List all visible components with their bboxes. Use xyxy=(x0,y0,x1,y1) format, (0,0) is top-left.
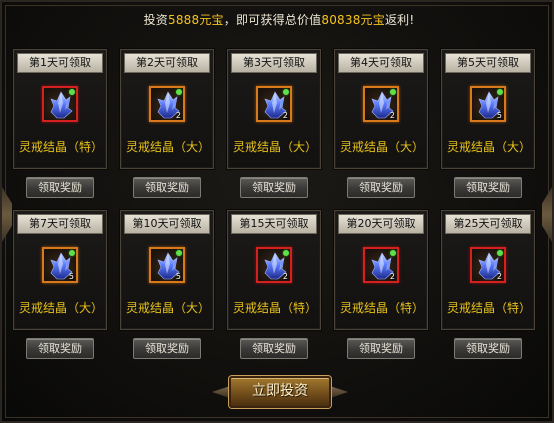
item-slot[interactable]: 2 xyxy=(363,247,399,283)
day-label: 第20天可领取 xyxy=(338,214,424,234)
invest-wing-right xyxy=(330,386,348,398)
banner-suffix: 返利! xyxy=(384,13,415,27)
day-label: 第5天可领取 xyxy=(445,53,531,73)
day-label: 第15天可领取 xyxy=(231,214,317,234)
reward-card-panel: 第2天可领取 2 灵戒结晶（大） xyxy=(120,49,214,169)
item-quantity: 5 xyxy=(175,272,181,281)
green-dot-icon xyxy=(390,89,396,95)
item-name: 灵戒结晶（大） xyxy=(232,140,317,154)
item-slot[interactable]: 5 xyxy=(149,247,185,283)
item-slot[interactable]: 2 xyxy=(256,247,292,283)
reward-card: 第7天可领取 5 灵戒结晶（大） 领取奖励 xyxy=(13,210,107,360)
item-quantity: 2 xyxy=(282,272,288,281)
reward-card: 第20天可领取 2 灵戒结晶（特） 领取奖励 xyxy=(334,210,428,360)
left-ornament xyxy=(2,187,12,242)
reward-card-panel: 第4天可领取 2 灵戒结晶（大） xyxy=(334,49,428,169)
item-slot[interactable]: 2 xyxy=(470,247,506,283)
claim-reward-button[interactable]: 领取奖励 xyxy=(347,177,415,198)
day-label: 第1天可领取 xyxy=(17,53,103,73)
reward-card: 第4天可领取 2 灵戒结晶（大） 领取奖励 xyxy=(334,49,428,199)
reward-card-panel: 第5天可领取 5 灵戒结晶（大） xyxy=(441,49,535,169)
reward-card-panel: 第7天可领取 5 灵戒结晶（大） xyxy=(13,210,107,330)
item-quantity: 2 xyxy=(389,272,395,281)
right-ornament xyxy=(542,187,552,242)
banner-prefix: 投资 xyxy=(143,13,169,27)
reward-card-panel: 第15天可领取 2 灵戒结晶（特） xyxy=(227,210,321,330)
reward-card: 第2天可领取 2 灵戒结晶（大） 领取奖励 xyxy=(120,49,214,199)
invest-wing-left xyxy=(212,386,230,398)
reward-card-panel: 第3天可领取 2 灵戒结晶（大） xyxy=(227,49,321,169)
reward-card-panel: 第10天可领取 5 灵戒结晶（大） xyxy=(120,210,214,330)
item-slot[interactable]: 2 xyxy=(363,86,399,122)
claim-reward-button[interactable]: 领取奖励 xyxy=(240,338,308,359)
reward-card: 第15天可领取 2 灵戒结晶（特） 领取奖励 xyxy=(227,210,321,360)
reward-card: 第1天可领取灵戒结晶（特） 领取奖励 xyxy=(13,49,107,199)
item-name: 灵戒结晶（特） xyxy=(339,301,424,315)
green-dot-icon xyxy=(176,250,182,256)
item-name: 灵戒结晶（大） xyxy=(18,301,103,315)
item-quantity: 2 xyxy=(496,272,502,281)
blue-crystal-icon xyxy=(48,91,74,119)
claim-reward-button[interactable]: 领取奖励 xyxy=(454,338,522,359)
green-dot-icon xyxy=(69,250,75,256)
reward-card-panel: 第20天可领取 2 灵戒结晶（特） xyxy=(334,210,428,330)
day-label: 第7天可领取 xyxy=(17,214,103,234)
item-name: 灵戒结晶（大） xyxy=(125,140,210,154)
investment-banner: 投资5888元宝，即可获得总价值80838元宝返利! xyxy=(2,11,554,28)
claim-reward-button[interactable]: 领取奖励 xyxy=(240,177,308,198)
reward-card: 第5天可领取 5 灵戒结晶（大） 领取奖励 xyxy=(441,49,535,199)
item-name: 灵戒结晶（特） xyxy=(232,301,317,315)
item-slot[interactable]: 2 xyxy=(256,86,292,122)
reward-card-panel: 第1天可领取灵戒结晶（特） xyxy=(13,49,107,169)
item-name: 灵戒结晶（特） xyxy=(18,140,103,154)
item-name: 灵戒结晶（大） xyxy=(125,301,210,315)
green-dot-icon xyxy=(283,89,289,95)
day-label: 第25天可领取 xyxy=(445,214,531,234)
item-slot[interactable]: 5 xyxy=(470,86,506,122)
claim-reward-button[interactable]: 领取奖励 xyxy=(133,177,201,198)
green-dot-icon xyxy=(390,250,396,256)
day-label: 第3天可领取 xyxy=(231,53,317,73)
green-dot-icon xyxy=(69,89,75,95)
reward-card: 第3天可领取 2 灵戒结晶（大） 领取奖励 xyxy=(227,49,321,199)
claim-reward-button[interactable]: 领取奖励 xyxy=(26,338,94,359)
reward-card-panel: 第25天可领取 2 灵戒结晶（特） xyxy=(441,210,535,330)
total-value: 80838元宝 xyxy=(321,13,385,27)
item-name: 灵戒结晶（大） xyxy=(446,140,531,154)
item-name: 灵戒结晶（大） xyxy=(339,140,424,154)
item-slot[interactable]: 2 xyxy=(149,86,185,122)
invest-now-button[interactable]: 立即投资 xyxy=(229,376,331,408)
green-dot-icon xyxy=(497,250,503,256)
reward-card: 第10天可领取 5 灵戒结晶（大） 领取奖励 xyxy=(120,210,214,360)
item-quantity: 5 xyxy=(496,111,502,120)
item-slot[interactable]: 5 xyxy=(42,247,78,283)
item-quantity: 2 xyxy=(389,111,395,120)
banner-middle: ，即可获得总价值 xyxy=(223,13,322,27)
claim-reward-button[interactable]: 领取奖励 xyxy=(133,338,201,359)
green-dot-icon xyxy=(497,89,503,95)
item-quantity: 2 xyxy=(282,111,288,120)
claim-reward-button[interactable]: 领取奖励 xyxy=(347,338,415,359)
item-quantity: 5 xyxy=(68,272,74,281)
claim-reward-button[interactable]: 领取奖励 xyxy=(26,177,94,198)
item-quantity: 2 xyxy=(175,111,181,120)
reward-card: 第25天可领取 2 灵戒结晶（特） 领取奖励 xyxy=(441,210,535,360)
invest-amount: 5888元宝 xyxy=(168,13,224,27)
green-dot-icon xyxy=(176,89,182,95)
item-slot[interactable] xyxy=(42,86,78,122)
item-name: 灵戒结晶（特） xyxy=(446,301,531,315)
day-label: 第2天可领取 xyxy=(124,53,210,73)
green-dot-icon xyxy=(283,250,289,256)
investment-panel: 投资5888元宝，即可获得总价值80838元宝返利! 第1天可领取灵戒结晶（特）… xyxy=(0,0,554,423)
day-label: 第10天可领取 xyxy=(124,214,210,234)
day-label: 第4天可领取 xyxy=(338,53,424,73)
claim-reward-button[interactable]: 领取奖励 xyxy=(454,177,522,198)
